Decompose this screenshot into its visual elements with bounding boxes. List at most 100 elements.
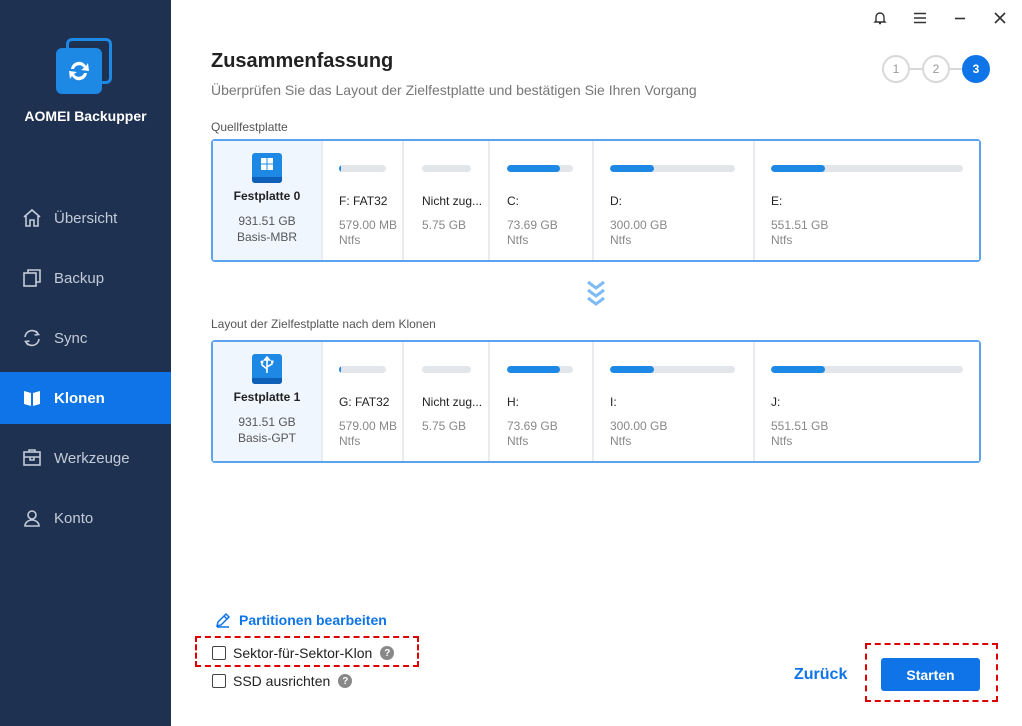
back-button[interactable]: Zurück	[794, 666, 847, 684]
partition-size: 551.51 GB	[771, 218, 829, 232]
minimize-icon[interactable]	[950, 8, 970, 28]
partition-label: C:	[507, 194, 519, 208]
partition-fs: Ntfs	[507, 434, 529, 448]
partition-label: H:	[507, 395, 519, 409]
start-button[interactable]: Starten	[881, 658, 980, 691]
windows-disk-icon	[252, 153, 282, 183]
disk-size: 931.51 GB	[238, 415, 296, 429]
partition-fs: Ntfs	[507, 233, 529, 247]
usage-bar	[610, 366, 654, 373]
target-disk-row: Festplatte 1 931.51 GB Basis-GPT G: FAT3…	[211, 340, 981, 463]
partition-size: 5.75 GB	[422, 218, 467, 232]
step-2: 2	[922, 55, 950, 83]
partition-label: J:	[771, 395, 781, 409]
partition-label: F: FAT32	[339, 194, 388, 208]
partition-size: 551.51 GB	[771, 419, 829, 433]
partition-size: 579.00 MB	[339, 419, 398, 433]
sidebar-item-overview[interactable]: Übersicht	[0, 192, 171, 244]
partition-fs: Ntfs	[610, 434, 632, 448]
partition-label: I:	[610, 395, 617, 409]
partition-block[interactable]: E: 551.51 GB Ntfs	[755, 141, 979, 260]
target-disk-label: Layout der Zielfestplatte nach dem Klone…	[211, 317, 436, 331]
ssd-align-label: SSD ausrichten	[233, 673, 331, 689]
partition-fs: Ntfs	[771, 233, 793, 247]
sidebar-item-account[interactable]: Konto	[0, 492, 171, 544]
highlight-box	[195, 636, 419, 667]
app-logo-icon	[56, 38, 114, 96]
usb-disk-icon	[252, 354, 282, 384]
partition-block[interactable]: H: 73.69 GB Ntfs	[490, 342, 592, 461]
source-disk-row: Festplatte 0 931.51 GB Basis-MBR F: FAT3…	[211, 139, 981, 262]
sidebar: AOMEI Backupper Übersicht Backup Sync Kl…	[0, 0, 171, 726]
partition-block[interactable]: Nicht zug... 5.75 GB	[404, 141, 488, 260]
usage-bar	[610, 165, 654, 172]
partition-block[interactable]: I: 300.00 GB Ntfs	[594, 342, 753, 461]
usage-bar	[339, 366, 342, 373]
partition-size: 579.00 MB	[339, 218, 398, 232]
step-1: 1	[882, 55, 910, 83]
target-disk-card[interactable]: Festplatte 1 931.51 GB Basis-GPT	[213, 342, 321, 461]
sidebar-item-label: Werkzeuge	[54, 449, 130, 467]
partition-label: Nicht zug...	[422, 194, 483, 208]
sync-icon	[21, 327, 43, 349]
partition-block[interactable]: F: FAT32 579.00 MB Ntfs	[323, 141, 402, 260]
partition-size: 73.69 GB	[507, 218, 558, 232]
partition-fs: Ntfs	[771, 434, 793, 448]
home-icon	[21, 207, 43, 229]
close-icon[interactable]	[990, 8, 1010, 28]
partition-size: 5.75 GB	[422, 419, 467, 433]
partition-size: 300.00 GB	[610, 419, 668, 433]
usage-bar	[771, 165, 825, 172]
sidebar-item-label: Sync	[54, 329, 88, 347]
partition-fs: Ntfs	[339, 233, 361, 247]
step-indicator: 1 2 3	[882, 55, 990, 83]
partition-block[interactable]: C: 73.69 GB Ntfs	[490, 141, 592, 260]
partition-fs: Ntfs	[610, 233, 632, 247]
partition-label: G: FAT32	[339, 395, 390, 409]
partition-label: Nicht zug...	[422, 395, 483, 409]
app-name: AOMEI Backupper	[24, 108, 147, 124]
sidebar-item-backup[interactable]: Backup	[0, 252, 171, 304]
disk-type: Basis-GPT	[237, 431, 296, 445]
tools-icon	[21, 447, 43, 469]
partition-label: E:	[771, 194, 783, 208]
sidebar-item-label: Klonen	[54, 389, 105, 407]
backup-icon	[21, 267, 43, 289]
usage-bar	[507, 366, 560, 373]
chevron-down-icon	[586, 280, 606, 315]
sidebar-item-clone[interactable]: Klonen	[0, 372, 171, 424]
clone-icon	[21, 387, 43, 409]
step-3: 3	[962, 55, 990, 83]
partition-label: D:	[610, 194, 622, 208]
sidebar-item-sync[interactable]: Sync	[0, 312, 171, 364]
page-title: Zusammenfassung	[211, 50, 394, 72]
source-disk-card[interactable]: Festplatte 0 931.51 GB Basis-MBR	[213, 141, 321, 260]
partition-fs: Ntfs	[339, 434, 361, 448]
pencil-icon	[215, 612, 231, 628]
partition-size: 300.00 GB	[610, 218, 668, 232]
menu-icon[interactable]	[910, 8, 930, 28]
partition-size: 73.69 GB	[507, 419, 558, 433]
usage-bar	[771, 366, 825, 373]
usage-bar	[339, 165, 342, 172]
ssd-align-option[interactable]: SSD ausrichten ?	[212, 673, 353, 689]
sidebar-item-label: Backup	[54, 269, 105, 287]
page-subtitle: Überprüfen Sie das Layout der Zielfestpl…	[211, 82, 697, 98]
sidebar-item-label: Konto	[54, 509, 94, 527]
user-icon	[21, 507, 43, 529]
bell-icon[interactable]	[870, 8, 890, 28]
partition-block[interactable]: Nicht zug... 5.75 GB	[404, 342, 488, 461]
partition-block[interactable]: G: FAT32 579.00 MB Ntfs	[323, 342, 402, 461]
sidebar-item-tools[interactable]: Werkzeuge	[0, 432, 171, 484]
help-icon[interactable]: ?	[338, 674, 353, 688]
disk-size: 931.51 GB	[238, 214, 296, 228]
ssd-align-checkbox[interactable]	[212, 674, 226, 688]
usage-bar	[507, 165, 560, 172]
partition-block[interactable]: J: 551.51 GB Ntfs	[755, 342, 979, 461]
edit-partitions-link[interactable]: Partitionen bearbeiten	[215, 612, 387, 628]
source-disk-label: Quellfestplatte	[211, 120, 288, 134]
disk-name: Festplatte 0	[233, 189, 301, 203]
disk-type: Basis-MBR	[236, 230, 297, 244]
partition-block[interactable]: D: 300.00 GB Ntfs	[594, 141, 753, 260]
sidebar-item-label: Übersicht	[54, 209, 118, 227]
